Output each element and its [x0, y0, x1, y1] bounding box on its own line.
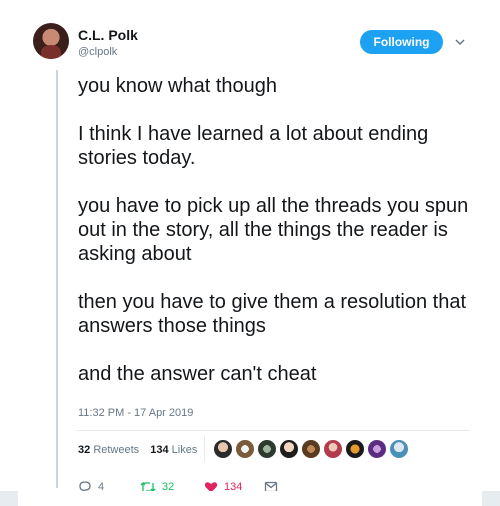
likes-count: 134 — [150, 444, 169, 456]
following-button[interactable]: Following — [360, 30, 443, 54]
liker-avatar[interactable] — [389, 439, 409, 459]
retweets-count: 32 — [78, 444, 91, 456]
liker-avatar[interactable] — [345, 439, 365, 459]
retweets-stat[interactable]: 32 Retweets — [78, 444, 139, 456]
tweet-paragraph: I think I have learned a lot about endin… — [78, 123, 429, 169]
liker-avatar[interactable] — [257, 439, 277, 459]
liker-avatar[interactable] — [213, 439, 233, 459]
likes-label: Likes — [171, 444, 198, 456]
avatar[interactable] — [33, 23, 69, 59]
liker-avatar[interactable] — [367, 439, 387, 459]
retweets-label: Retweets — [93, 444, 140, 456]
tweet-paragraph: you know what though — [78, 75, 278, 97]
next-tweet-edge — [18, 491, 482, 506]
author-handle[interactable]: @clpolk — [78, 46, 117, 58]
page-footer-strip — [0, 491, 500, 506]
author-display-name[interactable]: C.L. Polk — [78, 27, 138, 43]
tweet-paragraph: and the answer can't cheat — [78, 363, 317, 385]
liker-avatar[interactable] — [301, 439, 321, 459]
tweet-paragraph: then you have to give them a resolution … — [78, 291, 467, 337]
divider — [76, 430, 470, 431]
tweet-paragraph: you have to pick up all the threads you … — [78, 195, 469, 265]
thread-line — [56, 70, 58, 488]
likes-stat[interactable]: 134 Likes — [150, 444, 197, 456]
tweet-text: you know what though I think I have lear… — [78, 74, 488, 386]
stats-separator — [204, 436, 205, 462]
liker-avatar[interactable] — [235, 439, 255, 459]
liker-avatar[interactable] — [279, 439, 299, 459]
tweet-card: C.L. Polk @clpolk Following you know wha… — [0, 0, 500, 506]
tweet-stats: 32 Retweets 134 Likes — [78, 444, 205, 456]
tweet-timestamp[interactable]: 11:32 PM - 17 Apr 2019 — [78, 407, 193, 419]
chevron-down-icon[interactable] — [454, 36, 466, 48]
liker-avatar[interactable] — [323, 439, 343, 459]
